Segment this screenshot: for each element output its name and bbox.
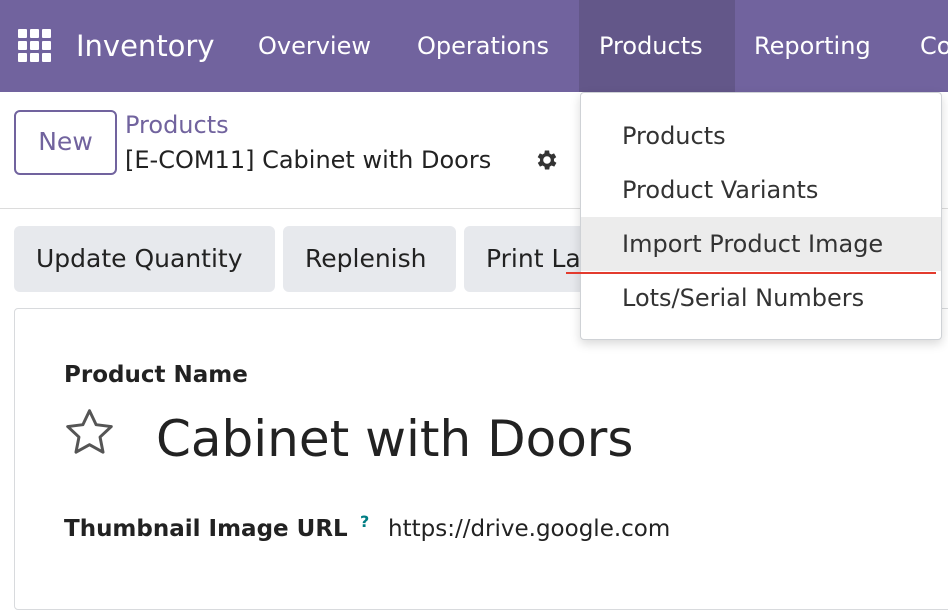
thumbnail-url-label: Thumbnail Image URL bbox=[64, 516, 348, 542]
dropdown-item-product-variants[interactable]: Product Variants bbox=[581, 163, 941, 217]
product-name-label: Product Name bbox=[64, 362, 248, 388]
update-quantity-button[interactable]: Update Quantity bbox=[14, 226, 275, 292]
menu-products[interactable]: Products bbox=[579, 0, 735, 92]
menu-operations[interactable]: Operations bbox=[397, 0, 569, 92]
dropdown-item-import-product-image[interactable]: Import Product Image bbox=[581, 217, 941, 271]
gear-icon[interactable] bbox=[534, 147, 560, 173]
top-navbar: Inventory Overview Operations Products R… bbox=[0, 0, 948, 92]
menu-reporting[interactable]: Reporting bbox=[734, 0, 891, 92]
menu-configuration[interactable]: Co bbox=[900, 0, 948, 92]
product-name-value[interactable]: Cabinet with Doors bbox=[156, 404, 633, 474]
replenish-button[interactable]: Replenish bbox=[283, 226, 456, 292]
dropdown-item-lots-serial-numbers[interactable]: Lots/Serial Numbers bbox=[581, 271, 941, 325]
star-outline-icon[interactable] bbox=[62, 405, 117, 460]
new-button[interactable]: New bbox=[14, 110, 117, 175]
app-name[interactable]: Inventory bbox=[76, 24, 215, 68]
apps-grid-icon[interactable] bbox=[18, 29, 51, 62]
products-dropdown-menu: Products Product Variants Import Product… bbox=[580, 92, 942, 340]
breadcrumb-products[interactable]: Products bbox=[125, 110, 229, 140]
thumbnail-url-field[interactable]: https://drive.google.com bbox=[388, 516, 670, 542]
breadcrumb-current: [E-COM11] Cabinet with Doors bbox=[125, 146, 492, 174]
annotation-underline bbox=[566, 272, 936, 274]
dropdown-item-products[interactable]: Products bbox=[581, 109, 941, 163]
help-icon[interactable]: ? bbox=[360, 512, 369, 531]
menu-overview[interactable]: Overview bbox=[238, 0, 391, 92]
